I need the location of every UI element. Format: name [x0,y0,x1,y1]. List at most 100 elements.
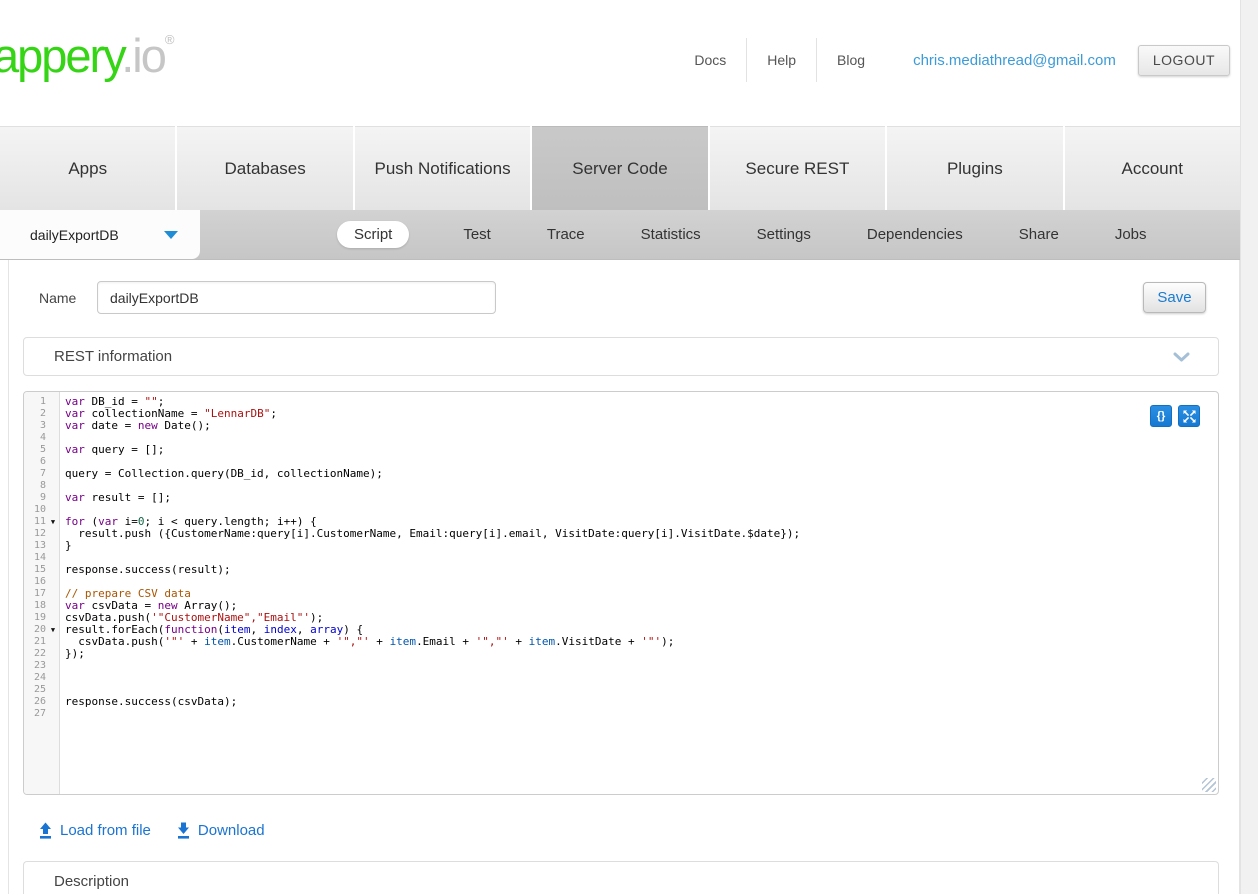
description-label: Description [54,873,1218,890]
rest-information-panel[interactable]: REST information [23,337,1219,376]
fullscreen-button[interactable] [1178,405,1200,427]
nav-tab-label: Push Notifications [375,159,511,179]
line-number: 23 [24,660,46,672]
code-line[interactable]: 21 csvData.push('"' + item.CustomerName … [24,636,1218,648]
load-from-file-link[interactable]: Load from file [39,822,151,839]
code-editor[interactable]: 1var DB_id = "";2var collectionName = "L… [23,391,1219,795]
code-line[interactable]: 24 [24,672,1218,684]
account-email-link[interactable]: chris.mediathread@gmail.com [913,52,1116,69]
fold-gutter [46,492,60,504]
chevron-down-icon [1173,352,1190,362]
registered-mark: ® [165,32,175,47]
nav-tab-push-notifications[interactable]: Push Notifications [355,126,530,210]
nav-tab-apps[interactable]: Apps [0,126,175,210]
line-number: 22 [24,648,46,660]
fold-gutter [46,504,60,516]
fold-gutter [46,600,60,612]
code-line[interactable]: 15response.success(result); [24,564,1218,576]
nav-tab-databases[interactable]: Databases [177,126,352,210]
fullscreen-icon [1183,410,1196,423]
sub-nav-item-share[interactable]: Share [1017,221,1061,248]
fold-gutter [46,660,60,672]
code-line[interactable]: 5var query = []; [24,444,1218,456]
code-line[interactable]: 27 [24,708,1218,720]
fold-gutter [46,528,60,540]
fold-gutter [46,468,60,480]
fold-arrow-icon[interactable]: ▼ [46,516,60,528]
appery-logo[interactable]: appery.io® [0,28,174,83]
line-number: 16 [24,576,46,588]
line-number: 19 [24,612,46,624]
fold-gutter [46,576,60,588]
line-number: 11 [24,516,46,528]
code-text: query = Collection.query(DB_id, collecti… [60,468,383,480]
sub-nav-item-dependencies[interactable]: Dependencies [865,221,965,248]
fold-gutter [46,552,60,564]
code-text [60,660,65,672]
fold-gutter [46,480,60,492]
code-lines[interactable]: 1var DB_id = "";2var collectionName = "L… [24,392,1218,720]
sub-nav-items: Script Test Trace Statistics Settings Depende… [337,221,1149,248]
code-text: var query = []; [60,444,164,456]
description-panel[interactable]: Description [23,861,1219,894]
sub-nav-item-script[interactable]: Script [337,221,409,248]
browser-scrollbar[interactable] [1240,0,1258,894]
beautify-code-button[interactable]: {} [1150,405,1172,427]
code-line[interactable]: 22}); [24,648,1218,660]
help-link[interactable]: Help [747,52,816,68]
line-number: 20 [24,624,46,636]
fold-arrow-icon[interactable]: ▼ [46,624,60,636]
script-selector-dropdown[interactable]: dailyExportDB [0,210,200,259]
download-label: Download [198,822,265,839]
dropdown-arrow-icon [164,231,178,239]
script-selector-value: dailyExportDB [30,227,164,243]
sub-nav-item-test[interactable]: Test [461,221,493,248]
line-number: 8 [24,480,46,492]
file-links: Load from file Download [39,819,1239,841]
logo-text-io: .io [121,29,165,82]
nav-tab-account[interactable]: Account [1065,126,1240,210]
code-text: csvData.push('"' + item.CustomerName + '… [60,636,674,648]
line-number: 18 [24,600,46,612]
download-icon [177,822,190,839]
sub-nav-item-statistics[interactable]: Statistics [639,221,703,248]
fold-gutter [46,444,60,456]
code-line[interactable]: 9 var result = []; [24,492,1218,504]
sub-nav-item-jobs[interactable]: Jobs [1113,221,1149,248]
editor-resize-handle[interactable] [1202,778,1216,792]
rest-information-label: REST information [54,348,1173,365]
download-link[interactable]: Download [177,822,265,839]
code-text [60,672,65,684]
logout-button[interactable]: LOGOUT [1138,45,1230,76]
code-text: var result = []; [60,492,171,504]
code-line[interactable]: 23 [24,660,1218,672]
code-line[interactable]: 4 [24,432,1218,444]
line-number: 27 [24,708,46,720]
code-line[interactable]: 12 result.push ({CustomerName:query[i].C… [24,528,1218,540]
nav-tab-server-code[interactable]: Server Code [532,126,707,210]
save-button[interactable]: Save [1143,282,1206,313]
code-line[interactable]: 3var date = new Date(); [24,420,1218,432]
line-number: 14 [24,552,46,564]
editor-toolbar: {} [1150,405,1200,427]
line-number: 10 [24,504,46,516]
sub-nav-item-settings[interactable]: Settings [755,221,813,248]
page: appery.io® Docs Help Blog chris.mediathr… [0,0,1240,894]
fold-gutter [46,588,60,600]
nav-tab-plugins[interactable]: Plugins [887,126,1062,210]
code-line[interactable]: 13} [24,540,1218,552]
script-name-input[interactable] [97,281,496,314]
docs-link[interactable]: Docs [674,52,746,68]
fold-gutter [46,432,60,444]
fold-gutter [46,396,60,408]
line-number: 9 [24,492,46,504]
code-line[interactable]: 8 [24,480,1218,492]
code-line[interactable]: 7query = Collection.query(DB_id, collect… [24,468,1218,480]
blog-link[interactable]: Blog [817,52,885,68]
fold-gutter [46,564,60,576]
code-line[interactable]: 26response.success(csvData); [24,696,1218,708]
sub-nav-item-trace[interactable]: Trace [545,221,587,248]
main-nav: AppsDatabases Push Notifications Server Co… [0,126,1240,210]
nav-tab-secure-rest[interactable]: Secure REST [710,126,885,210]
code-line[interactable]: 16 [24,576,1218,588]
